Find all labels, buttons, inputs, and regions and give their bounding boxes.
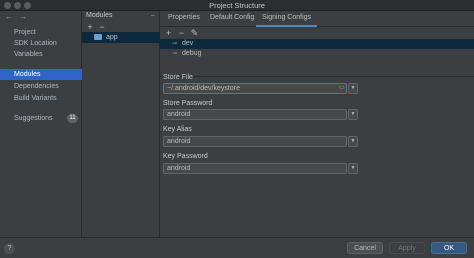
modules-panel: Modules − + − app [82, 11, 160, 237]
store-password-label: Store Password [163, 100, 213, 107]
edit-config-button[interactable]: ✎ [188, 28, 201, 39]
tab-default-config[interactable]: Default Config [204, 11, 260, 27]
store-file-input[interactable]: ~/.android/dev/keystore [163, 83, 347, 94]
dialog-button-bar: ? Cancel Apply OK [0, 237, 474, 258]
module-item-label: app [105, 34, 118, 41]
key-password-dropdown-button[interactable]: ▼ [348, 163, 358, 174]
help-button[interactable]: ? [4, 243, 15, 254]
add-module-button[interactable]: + [84, 22, 96, 32]
modules-toolbar: + − [84, 22, 108, 32]
folder-icon [94, 34, 102, 40]
key-icon: ⊸ [172, 41, 178, 47]
store-password-input[interactable]: android [163, 109, 347, 120]
store-file-label: Store File [163, 74, 193, 81]
arrow-left-icon[interactable]: ← [5, 12, 13, 21]
key-alias-input[interactable]: android [163, 136, 347, 147]
signing-config-label: debug [182, 50, 202, 57]
minus-icon[interactable]: − [150, 11, 155, 20]
key-password-label: Key Password [163, 153, 208, 160]
key-alias-dropdown-button[interactable]: ▼ [348, 136, 358, 147]
modules-header: Modules [86, 12, 113, 19]
nav-item-project[interactable]: Project [0, 27, 82, 38]
nav-item-dependencies[interactable]: Dependencies [0, 81, 82, 92]
cancel-button[interactable]: Cancel [347, 242, 383, 254]
key-password-input[interactable]: android [163, 163, 347, 174]
browse-folder-icon[interactable]: ▭ [337, 83, 347, 94]
store-file-dropdown-button[interactable]: ▼ [348, 83, 358, 94]
nav-item-variables[interactable]: Variables [0, 49, 82, 60]
module-settings-panel: Properties Default Config Signing Config… [160, 11, 474, 237]
arrow-right-icon[interactable]: → [19, 12, 27, 21]
tab-signing-configs[interactable]: Signing Configs [256, 11, 318, 27]
remove-module-button[interactable]: − [96, 22, 108, 32]
nav-item-build-variants[interactable]: Build Variants [0, 93, 82, 104]
tab-properties[interactable]: Properties [162, 11, 206, 27]
section-divider [160, 76, 474, 77]
add-config-button[interactable]: + [162, 28, 175, 38]
nav-item-suggestions[interactable]: Suggestions 11 [0, 113, 82, 124]
key-alias-label: Key Alias [163, 126, 192, 133]
signing-config-label: dev [182, 40, 194, 47]
store-password-dropdown-button[interactable]: ▼ [348, 109, 358, 120]
nav-item-modules[interactable]: Modules [0, 69, 82, 80]
signing-config-debug[interactable]: ⊸ debug [160, 49, 474, 59]
module-item-app[interactable]: app [82, 32, 160, 43]
nav-item-suggestions-label: Suggestions [14, 115, 53, 122]
nav-arrows: ← → [0, 11, 81, 23]
remove-config-button[interactable]: − [175, 28, 188, 38]
apply-button[interactable]: Apply [389, 242, 425, 254]
signing-configs-toolbar: + − ✎ [162, 28, 201, 39]
title-bar: Project Structure [0, 0, 474, 11]
tab-bar: Properties Default Config Signing Config… [160, 11, 474, 27]
key-icon: ⊸ [172, 51, 178, 57]
ok-button[interactable]: OK [431, 242, 467, 254]
suggestions-count-badge: 11 [67, 114, 78, 123]
window-title: Project Structure [209, 1, 265, 10]
nav-item-sdk-location[interactable]: SDK Location [0, 38, 82, 49]
left-navigation: ← → Project SDK Location Variables Modul… [0, 11, 82, 237]
signing-config-dev[interactable]: ⊸ dev [160, 39, 474, 49]
